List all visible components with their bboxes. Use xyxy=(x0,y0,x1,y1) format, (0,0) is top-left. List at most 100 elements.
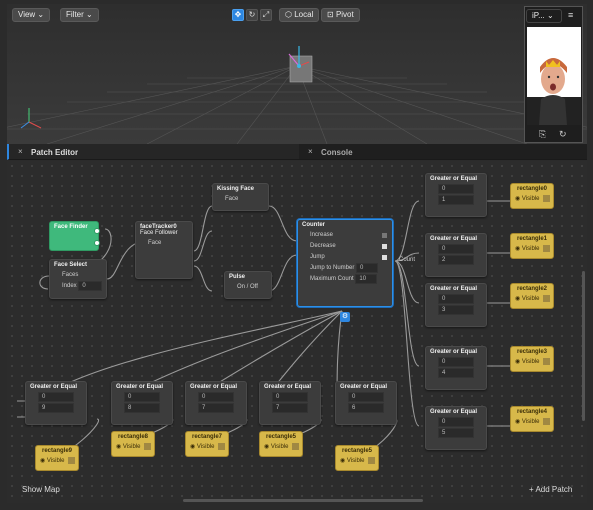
jump-checkbox[interactable] xyxy=(382,255,387,260)
rectangle-patch[interactable]: rectangle0 ◉ Visible xyxy=(510,183,554,209)
gte-input-a[interactable]: 0 xyxy=(426,357,486,368)
vertical-scrollbar[interactable] xyxy=(582,271,585,421)
gte-value-a[interactable]: 0 xyxy=(438,184,474,194)
face-select-patch[interactable]: Face Select Faces Index 0 xyxy=(49,259,107,299)
visible-row[interactable]: ◉ Visible xyxy=(511,194,553,205)
visible-checkbox[interactable] xyxy=(542,357,550,365)
scene-viewport[interactable]: View ⌄ Filter ⌄ ✥ ↻ ⤢ ⬡ Local ⊡ Pivot xyxy=(7,4,587,144)
show-map-button[interactable]: Show Map xyxy=(22,485,60,494)
tab-patch-editor[interactable]: × Patch Editor xyxy=(7,144,299,160)
scale-tool-icon[interactable]: ⤢ xyxy=(260,9,272,21)
visible-row[interactable]: ◉ Visible xyxy=(260,442,302,453)
greater-or-equal-patch[interactable]: Greater or Equal 0 6 xyxy=(335,381,397,425)
visible-row[interactable]: ◉ Visible xyxy=(112,442,154,453)
gte-value-a[interactable]: 0 xyxy=(438,417,474,427)
gte-input-b[interactable]: 7 xyxy=(260,403,320,414)
visible-checkbox[interactable] xyxy=(217,442,225,450)
gte-input-a[interactable]: 0 xyxy=(426,417,486,428)
gte-input-b[interactable]: 5 xyxy=(426,428,486,439)
rectangle-patch[interactable]: rectangle5 ◉ Visible xyxy=(335,445,379,471)
index-input-row[interactable]: Index 0 xyxy=(50,281,106,292)
gte-input-b[interactable]: 7 xyxy=(186,403,246,414)
menu-icon[interactable]: ≡ xyxy=(568,10,573,20)
gte-input-a[interactable]: 0 xyxy=(260,392,320,403)
visible-row[interactable]: ◉ Visible xyxy=(186,442,228,453)
gte-value-b[interactable]: 3 xyxy=(438,305,474,315)
visible-row[interactable]: ◉ Visible xyxy=(336,456,378,467)
gte-value-a[interactable]: 0 xyxy=(438,357,474,367)
gte-input-a[interactable]: 0 xyxy=(112,392,172,403)
settings-gear-icon[interactable]: ⚙ xyxy=(340,312,350,322)
rectangle-patch[interactable]: rectangle2 ◉ Visible xyxy=(510,283,554,309)
gte-value-b[interactable]: 7 xyxy=(198,403,234,413)
gte-value-b[interactable]: 9 xyxy=(38,403,74,413)
patch-editor-canvas[interactable]: Face Finder Face Select Faces Index 0 fa… xyxy=(7,161,587,503)
tab-console[interactable]: × Console xyxy=(299,144,587,160)
visible-row[interactable]: ◉ Visible xyxy=(511,294,553,305)
greater-or-equal-patch[interactable]: Greater or Equal 0 2 xyxy=(425,233,487,277)
gte-value-b[interactable]: 1 xyxy=(438,195,474,205)
move-tool-icon[interactable]: ✥ xyxy=(232,9,244,21)
gte-input-b[interactable]: 8 xyxy=(112,403,172,414)
gte-input-b[interactable]: 1 xyxy=(426,195,486,206)
view-dropdown[interactable]: View ⌄ xyxy=(12,8,51,22)
horizontal-scrollbar[interactable] xyxy=(183,499,423,502)
device-dropdown[interactable]: iP... ⌄ xyxy=(526,9,562,23)
rotate-tool-icon[interactable]: ↻ xyxy=(246,9,258,21)
visible-row[interactable]: ◉ Visible xyxy=(511,244,553,255)
gte-value-a[interactable]: 0 xyxy=(438,294,474,304)
gte-input-a[interactable]: 0 xyxy=(426,184,486,195)
gte-input-a[interactable]: 0 xyxy=(426,244,486,255)
decrease-checkbox[interactable] xyxy=(382,244,387,249)
visible-row[interactable]: ◉ Visible xyxy=(511,417,553,428)
rectangle-patch[interactable]: rectangle1 ◉ Visible xyxy=(510,233,554,259)
visible-checkbox[interactable] xyxy=(67,456,75,464)
pivot-toggle[interactable]: ⊡ Pivot xyxy=(321,8,360,22)
output-port[interactable] xyxy=(94,240,100,246)
onoff-input-row[interactable]: On / Off xyxy=(225,282,271,293)
greater-or-equal-patch[interactable]: Greater or Equal 0 8 xyxy=(111,381,173,425)
gte-value-a[interactable]: 0 xyxy=(198,392,234,402)
screenshot-icon[interactable]: ⎘ xyxy=(539,129,546,140)
pulse-patch[interactable]: Pulse On / Off xyxy=(224,271,272,299)
face-input-row[interactable]: Face xyxy=(136,238,192,249)
greater-or-equal-patch[interactable]: Greater or Equal 0 5 xyxy=(425,406,487,450)
face-input-row[interactable]: Face xyxy=(213,194,268,205)
faces-input-row[interactable]: Faces xyxy=(50,270,106,281)
rectangle-patch[interactable]: rectangle5 ◉ Visible xyxy=(259,431,303,457)
visible-checkbox[interactable] xyxy=(367,456,375,464)
counter-patch[interactable]: Counter Increase Decrease Jump Jump to N… xyxy=(297,219,393,322)
index-value[interactable]: 0 xyxy=(78,281,103,291)
rectangle-patch[interactable]: rectangle3 ◉ Visible xyxy=(510,346,554,372)
gte-value-a[interactable]: 0 xyxy=(272,392,308,402)
face-finder-patch[interactable]: Face Finder xyxy=(49,221,100,251)
close-icon[interactable]: × xyxy=(18,147,23,156)
rectangle-patch[interactable]: rectangle8 ◉ Visible xyxy=(111,431,155,457)
greater-or-equal-patch[interactable]: Greater or Equal 0 7 xyxy=(185,381,247,425)
gte-input-a[interactable]: 0 xyxy=(186,392,246,403)
visible-row[interactable]: ◉ Visible xyxy=(511,357,553,368)
refresh-icon[interactable]: ↻ xyxy=(559,129,567,140)
visible-checkbox[interactable] xyxy=(143,442,151,450)
gte-input-a[interactable]: 0 xyxy=(426,294,486,305)
gte-value-b[interactable]: 2 xyxy=(438,255,474,265)
face-tracker-patch[interactable]: faceTracker0 Face Follower Face xyxy=(135,221,193,279)
gte-value-a[interactable]: 0 xyxy=(124,392,160,402)
rectangle-patch[interactable]: rectangle7 ◉ Visible xyxy=(185,431,229,457)
greater-or-equal-patch[interactable]: Greater or Equal 0 3 xyxy=(425,283,487,327)
gte-value-a[interactable]: 0 xyxy=(38,392,74,402)
gte-input-b[interactable]: 4 xyxy=(426,368,486,379)
greater-or-equal-patch[interactable]: Greater or Equal 0 1 xyxy=(425,173,487,217)
visible-checkbox[interactable] xyxy=(291,442,299,450)
jump-to-number-value[interactable]: 0 xyxy=(356,263,379,273)
gte-value-b[interactable]: 7 xyxy=(272,403,308,413)
add-patch-button[interactable]: + Add Patch xyxy=(529,485,572,494)
gte-input-a[interactable]: 0 xyxy=(26,392,86,403)
gte-input-b[interactable]: 6 xyxy=(336,403,396,414)
gte-input-b[interactable]: 3 xyxy=(426,305,486,316)
decrease-row[interactable]: Decrease xyxy=(298,241,392,252)
local-toggle[interactable]: ⬡ Local xyxy=(279,8,320,22)
rectangle-patch[interactable]: rectangle9 ◉ Visible xyxy=(35,445,79,471)
jump-to-number-row[interactable]: Jump to Number 0 xyxy=(298,263,392,274)
gte-value-a[interactable]: 0 xyxy=(348,392,384,402)
